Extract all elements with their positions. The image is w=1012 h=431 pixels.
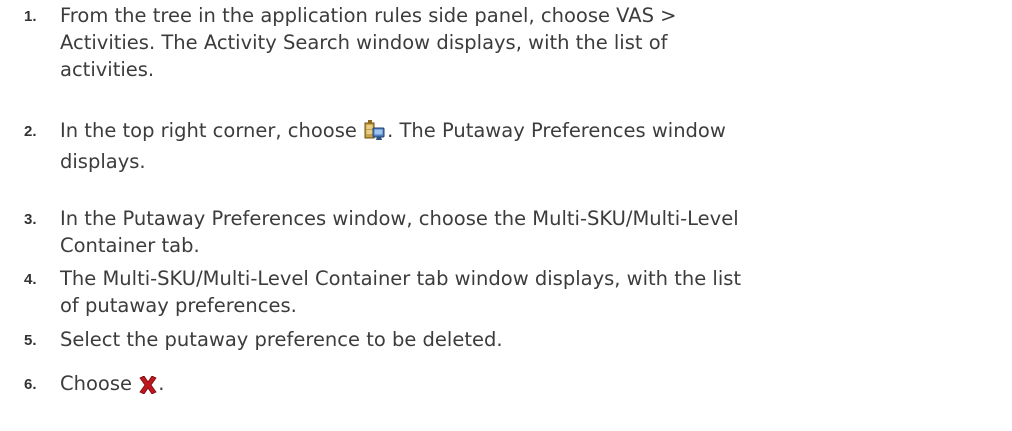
step-number: 3. bbox=[24, 211, 37, 228]
step-text: The Multi-SKU/Multi-Level Container tab … bbox=[60, 267, 742, 317]
step-text-after: . bbox=[158, 372, 165, 395]
step-number: 4. bbox=[24, 271, 37, 288]
step-text: In the top right corner, choose . The Pu… bbox=[60, 117, 760, 175]
step-text: Select the putaway preference to be dele… bbox=[60, 328, 503, 351]
step-number: 2. bbox=[24, 123, 37, 140]
step-text: From the tree in the application rules s… bbox=[60, 4, 677, 81]
step-number: 6. bbox=[24, 376, 37, 393]
step-text-before: Choose bbox=[60, 372, 139, 395]
step-number: 5. bbox=[24, 332, 37, 349]
delete-icon[interactable] bbox=[138, 374, 158, 401]
step-text-before: In the top right corner, choose bbox=[60, 119, 364, 142]
step-text: In the Putaway Preferences window, choos… bbox=[60, 207, 739, 257]
putaway-preferences-icon[interactable] bbox=[363, 119, 387, 148]
step-text: Choose . bbox=[60, 370, 760, 401]
step-number: 1. bbox=[24, 8, 37, 25]
